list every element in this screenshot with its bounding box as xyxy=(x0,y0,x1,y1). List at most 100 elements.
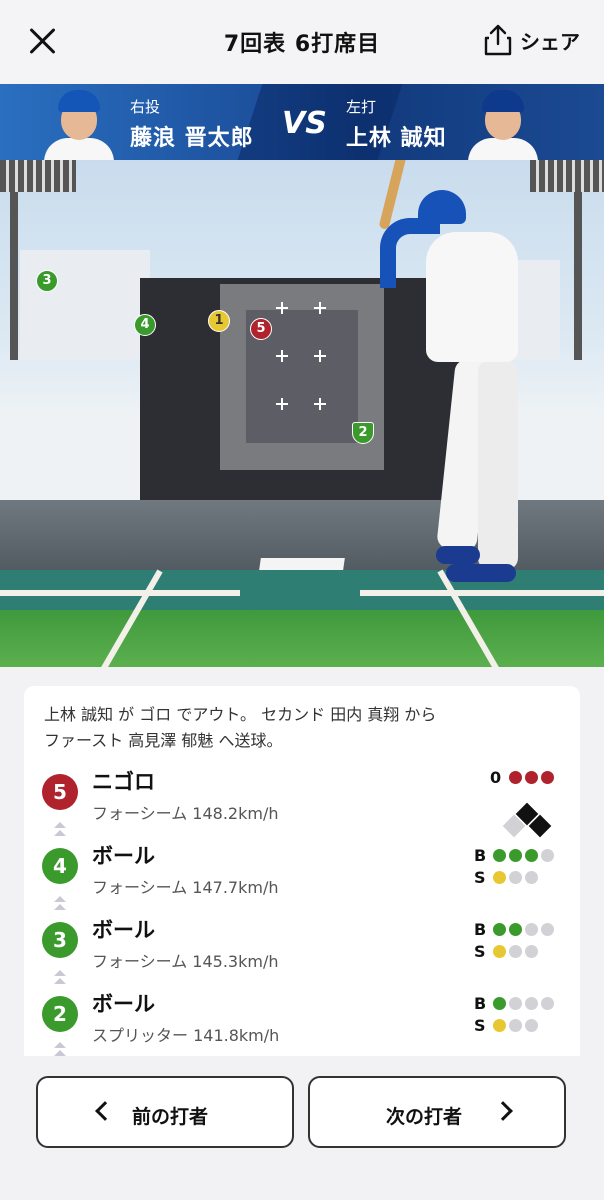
strike-dot xyxy=(509,1019,522,1032)
next-batter-label: 次の打者 xyxy=(386,1106,463,1128)
top-bar: 7回表 6打席目 シェア xyxy=(0,0,604,84)
batter-box-line xyxy=(0,590,240,596)
pitch-number-badge: 5 xyxy=(42,774,78,810)
pitch-marker[interactable]: 5 xyxy=(250,318,272,340)
ball-dot xyxy=(541,849,554,862)
stadium-building xyxy=(20,250,150,360)
matchup-banner: 右投 藤浪 晋太郎 VS 左打 上林 誠知 xyxy=(0,84,604,160)
pitcher-role: 右投 xyxy=(130,98,161,116)
strike-dot xyxy=(493,871,506,884)
grass xyxy=(0,610,604,667)
pitch-row[interactable]: 2 ボール スプリッター 141.8km/h B S xyxy=(24,988,580,1062)
zone-grid-mark xyxy=(276,302,288,314)
pitch-row[interactable]: 3 ボール フォーシーム 145.3km/h B S xyxy=(24,914,580,988)
pitch-marker[interactable]: 3 xyxy=(36,270,58,292)
ball-dot xyxy=(493,997,506,1010)
share-button[interactable]: シェア xyxy=(484,24,580,56)
strike-count: S xyxy=(474,1016,538,1035)
pitch-marker[interactable]: 4 xyxy=(134,314,156,336)
pitch-marker[interactable]: 2 xyxy=(352,422,374,444)
ball-dot xyxy=(509,923,522,936)
summary-line: 上林 誠知 が ゴロ でアウト。 セカンド 田内 真翔 から xyxy=(44,705,437,724)
pitch-number-badge: 2 xyxy=(42,996,78,1032)
prev-batter-button[interactable]: 前の打者 xyxy=(36,1076,294,1148)
strike-dot xyxy=(525,945,538,958)
pitch-detail: フォーシーム 148.2km/h xyxy=(92,804,279,823)
strike-dot xyxy=(525,1019,538,1032)
pitcher-name: 藤浪 晋太郎 xyxy=(130,126,254,151)
stadium-light xyxy=(530,160,604,192)
pitch-detail: フォーシーム 145.3km/h xyxy=(92,952,279,971)
summary-line: ファースト 高見澤 郁魅 へ送球。 xyxy=(44,731,283,750)
strike-label: S xyxy=(474,1016,486,1035)
prev-batter-label: 前の打者 xyxy=(132,1106,209,1128)
batter-role: 左打 xyxy=(346,98,377,116)
ball-count: B xyxy=(474,846,554,865)
light-pole xyxy=(574,180,582,360)
ball-count: B xyxy=(474,920,554,939)
sequence-arrow-icon xyxy=(54,966,66,988)
batter-helmet xyxy=(418,190,466,224)
strike-dot xyxy=(509,871,522,884)
batter-shoe xyxy=(446,564,516,582)
ball-dot xyxy=(509,997,522,1010)
pitch-result: ボール xyxy=(92,844,155,868)
pitch-row[interactable]: 5 ニゴロ フォーシーム 148.2km/h 0 xyxy=(24,766,580,840)
pitch-result: ボール xyxy=(92,918,155,942)
ball-dot xyxy=(525,849,538,862)
ball-label: B xyxy=(474,846,487,865)
strike-label: S xyxy=(474,868,486,887)
ball-dot xyxy=(525,997,538,1010)
strike-count: S xyxy=(474,942,538,961)
batter-avatar xyxy=(466,88,540,160)
sequence-arrow-icon xyxy=(54,892,66,914)
ball-dot xyxy=(541,923,554,936)
share-icon xyxy=(484,24,512,56)
pitch-row[interactable]: 4 ボール フォーシーム 147.7km/h B S xyxy=(24,840,580,914)
batter-shoe xyxy=(436,546,480,564)
out-dot xyxy=(541,771,554,784)
pitch-detail: フォーシーム 147.7km/h xyxy=(92,878,279,897)
pitch-result: ボール xyxy=(92,992,155,1016)
ball-dot xyxy=(541,997,554,1010)
bases-diamond-icon xyxy=(500,802,554,838)
batter-name: 上林 誠知 xyxy=(346,126,447,151)
play-detail-card: 上林 誠知 が ゴロ でアウト。 セカンド 田内 真翔 から ファースト 高見澤… xyxy=(24,686,580,1066)
stadium-light xyxy=(0,160,76,192)
out-dot xyxy=(509,771,522,784)
strike-dot xyxy=(493,945,506,958)
bottom-nav: 前の打者 次の打者 xyxy=(0,1056,604,1200)
pitch-marker[interactable]: 1 xyxy=(208,310,230,332)
vs-label: VS xyxy=(282,106,327,141)
sequence-arrow-icon xyxy=(54,818,66,840)
play-summary: 上林 誠知 が ゴロ でアウト。 セカンド 田内 真翔 から ファースト 高見澤… xyxy=(44,702,564,754)
share-label: シェア xyxy=(520,29,580,54)
ball-dot xyxy=(525,923,538,936)
strike-dot xyxy=(493,1019,506,1032)
pitch-number-badge: 4 xyxy=(42,848,78,884)
ball-label: B xyxy=(474,920,487,939)
next-batter-button[interactable]: 次の打者 xyxy=(308,1076,566,1148)
pitcher-avatar xyxy=(42,88,116,160)
ball-label: B xyxy=(474,994,487,1013)
strike-label: S xyxy=(474,942,486,961)
strike-dot xyxy=(525,871,538,884)
batter-box-line xyxy=(360,590,604,596)
out-dot xyxy=(525,771,538,784)
strike-count: S xyxy=(474,868,538,887)
zone-grid-mark xyxy=(314,350,326,362)
pitch-result: ニゴロ xyxy=(92,770,155,794)
strike-dot xyxy=(509,945,522,958)
zone-grid-mark xyxy=(276,350,288,362)
ball-count: B xyxy=(474,994,554,1013)
outs-indicator: 0 xyxy=(490,768,554,787)
ball-dot xyxy=(493,923,506,936)
ball-dot xyxy=(509,849,522,862)
zone-grid-mark xyxy=(314,398,326,410)
outs-label: 0 xyxy=(490,768,502,787)
batter-leg xyxy=(478,360,518,570)
home-plate xyxy=(259,558,345,570)
chevron-left-icon xyxy=(95,1101,115,1121)
ball-dot xyxy=(493,849,506,862)
pitch-number-badge: 3 xyxy=(42,922,78,958)
